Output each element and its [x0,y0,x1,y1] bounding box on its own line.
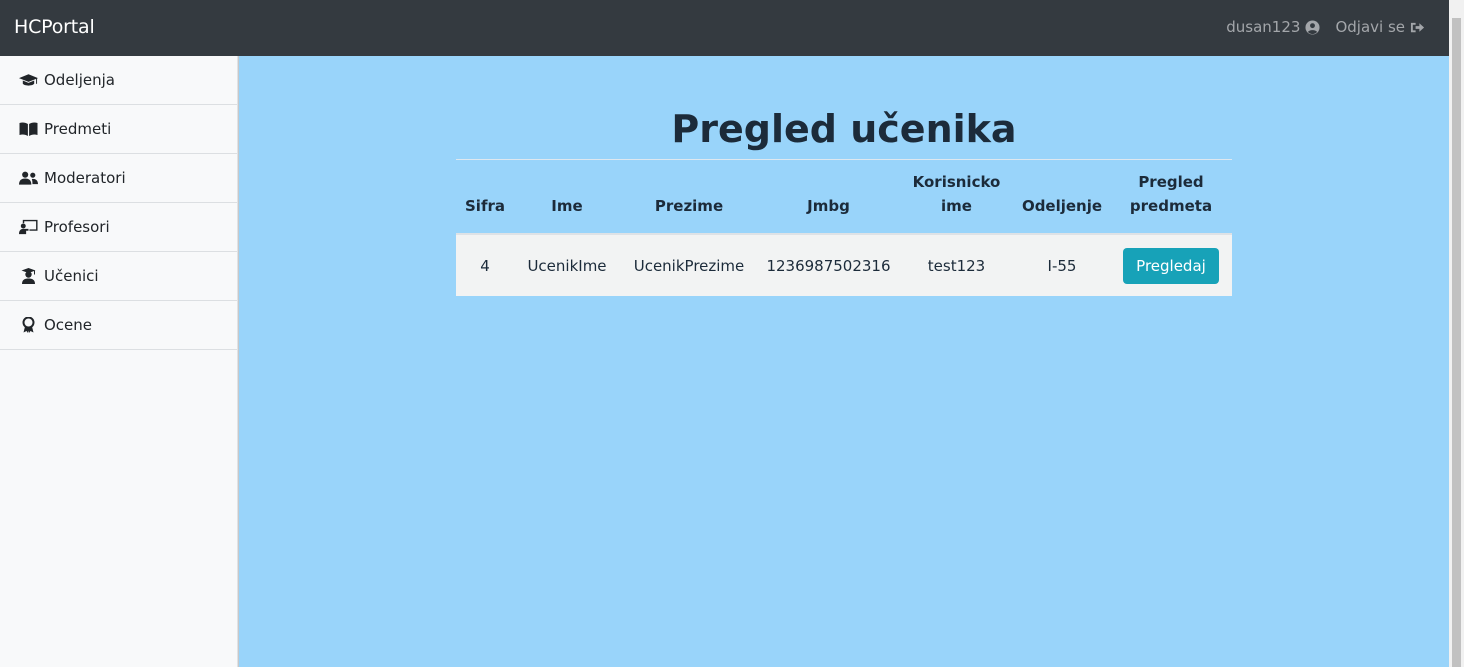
column-header-ime: Ime [514,160,620,235]
cell-jmbg: 1236987502316 [758,234,899,296]
sidebar-item-label: Ocene [44,316,93,334]
column-header-sifra: Sifra [456,160,514,235]
logout-label: Odjavi se [1335,18,1405,36]
pregledaj-button[interactable]: Pregledaj [1123,247,1219,284]
column-header-korisnicko-ime: Korisnicko ime [899,160,1014,235]
column-header-prezime: Prezime [620,160,758,235]
user-circle-icon [1305,19,1320,35]
user-profile-link[interactable]: dusan123 [1226,18,1320,36]
table-row: 4 UcenikIme UcenikPrezime 1236987502316 … [456,234,1232,296]
column-header-jmbg: Jmbg [758,160,899,235]
sidebar-item-label: Odeljenja [44,71,115,89]
award-icon [22,317,35,333]
cell-ime: UcenikIme [514,234,620,296]
sidebar-item-label: Predmeti [44,120,112,138]
logout-link[interactable]: Odjavi se [1335,18,1425,36]
column-header-pregled-predmeta: Pregled predmeta [1110,160,1232,235]
sidebar-item-label: Profesori [44,218,110,236]
cell-action: Pregledaj [1110,234,1232,296]
sidebar-item-odeljenja[interactable]: Odeljenja [0,56,237,105]
main-content: Pregled učenika Sifra Ime Prezime Jmbg K… [239,56,1449,667]
page-title: Pregled učenika [671,107,1017,151]
navbar-user-menu: dusan123 Odjavi se [1226,18,1425,36]
cell-odeljenje: I-55 [1014,234,1110,296]
students-table: Sifra Ime Prezime Jmbg Korisnicko ime Od… [456,160,1232,296]
sign-out-icon [1410,22,1425,32]
chalkboard-teacher-icon [19,219,38,235]
graduation-cap-icon [19,74,38,86]
user-graduate-icon [21,268,36,284]
sidebar-item-label: Učenici [44,267,99,285]
sidebar-item-moderatori[interactable]: Moderatori [0,154,237,203]
vertical-scrollbar[interactable] [1449,0,1464,667]
sidebar-item-predmeti[interactable]: Predmeti [0,105,237,154]
table-header-row: Sifra Ime Prezime Jmbg Korisnicko ime Od… [456,160,1232,235]
sidebar-item-label: Moderatori [44,169,126,187]
brand-logo[interactable]: HCPortal [14,16,95,38]
sidebar-item-profesori[interactable]: Profesori [0,203,237,252]
column-header-odeljenje: Odeljenje [1014,160,1110,235]
username-label: dusan123 [1226,18,1301,36]
sidebar-item-ucenici[interactable]: Učenici [0,252,237,301]
sidebar-item-ocene[interactable]: Ocene [0,301,237,350]
cell-prezime: UcenikPrezime [620,234,758,296]
book-open-icon [19,122,38,136]
cell-korisnicko-ime: test123 [899,234,1014,296]
cell-sifra: 4 [456,234,514,296]
top-navbar: HCPortal dusan123 Odjavi se [0,0,1449,56]
scrollbar-thumb[interactable] [1452,18,1461,667]
users-icon [19,171,38,185]
sidebar: Odeljenja Predmeti Moderatori Profesori [0,56,238,667]
